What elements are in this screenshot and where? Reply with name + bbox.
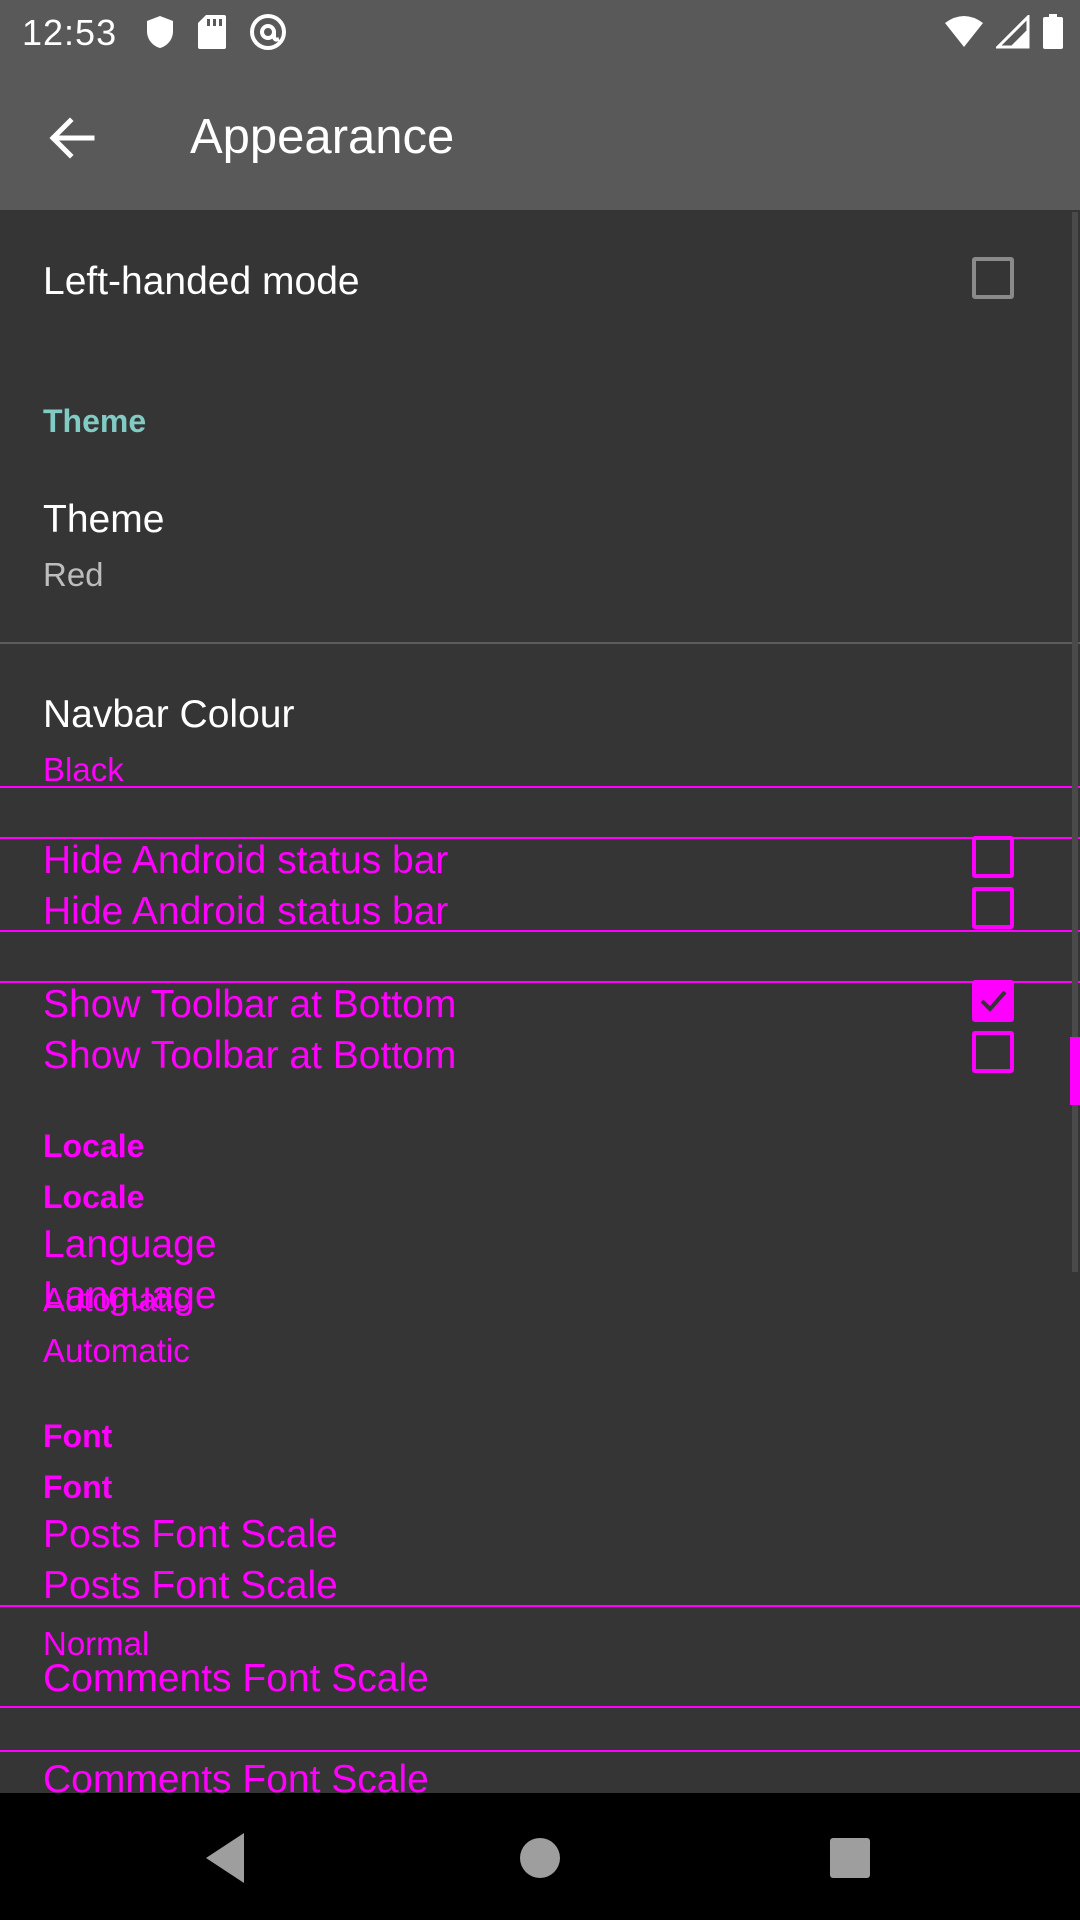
settings-list: Left-handed mode Theme Theme Red Navbar … (0, 210, 1080, 1793)
divider-ghost (0, 1605, 1080, 1607)
sd-card-icon (198, 15, 226, 49)
hide-status-bar-label: Hide Android status bar (43, 839, 449, 882)
posts-font-label-ghost: Posts Font Scale (43, 1564, 338, 1607)
category-locale-ghost: Locale (43, 1179, 145, 1215)
category-locale: Locale (43, 1128, 145, 1164)
divider-ghost (0, 1750, 1080, 1752)
system-nav-bar (0, 1793, 1080, 1920)
toolbar-bottom-label-ghost: Show Toolbar at Bottom (43, 1034, 457, 1077)
arrow-back-icon[interactable] (44, 110, 100, 166)
divider (0, 642, 1080, 644)
wifi-icon (945, 16, 983, 47)
battery-icon (1043, 14, 1063, 49)
toolbar-bottom-checkbox[interactable] (972, 980, 1014, 1022)
comments-font-label: Comments Font Scale (43, 1657, 429, 1700)
category-theme: Theme (43, 403, 147, 439)
category-font: Font (43, 1418, 113, 1454)
signal-icon (996, 15, 1030, 49)
navbar-colour-label: Navbar Colour (43, 693, 295, 736)
page-title: Appearance (190, 110, 455, 164)
toolbar-bottom-label: Show Toolbar at Bottom (43, 983, 457, 1026)
comments-font-label-ghost: Comments Font Scale (43, 1758, 429, 1793)
theme-label: Theme (43, 498, 165, 541)
back-triangle-icon[interactable] (192, 1823, 262, 1893)
category-font-ghost: Font (43, 1469, 113, 1505)
language-value-ghost: Automatic (43, 1332, 190, 1369)
scrollbar-track (1072, 212, 1078, 1272)
at-sign-icon (250, 14, 286, 50)
home-circle-icon[interactable] (505, 1823, 575, 1893)
divider-ghost (0, 930, 1080, 932)
recents-square-icon[interactable] (815, 1823, 885, 1893)
language-label-ghost: Language (43, 1274, 217, 1317)
left-handed-label: Left-handed mode (43, 260, 360, 303)
divider-ghost (0, 1706, 1080, 1708)
divider-ghost (0, 786, 1080, 788)
hide-status-bar-label-ghost: Hide Android status bar (43, 890, 449, 933)
status-right-icons (944, 10, 1064, 54)
checkmark-icon (980, 990, 1007, 1012)
status-left-icons (145, 10, 287, 54)
shield-icon (147, 16, 173, 48)
theme-value: Red (43, 556, 104, 593)
navbar-colour-value: Black (43, 751, 124, 788)
status-clock: 12:53 (22, 12, 118, 53)
status-bar: 12:53 (0, 0, 1080, 63)
app-toolbar: Appearance (0, 63, 1080, 210)
left-handed-checkbox[interactable] (972, 257, 1014, 299)
screen: 12:53 Appearance Left-handed mode Theme … (0, 0, 1080, 1920)
posts-font-label: Posts Font Scale (43, 1513, 338, 1556)
hide-status-bar-checkbox-ghost (972, 887, 1014, 929)
toolbar-bottom-checkbox-ghost (972, 1031, 1014, 1073)
hide-status-bar-checkbox[interactable] (972, 836, 1014, 878)
scrollbar-thumb[interactable] (1070, 1037, 1080, 1105)
language-label: Language (43, 1223, 217, 1266)
